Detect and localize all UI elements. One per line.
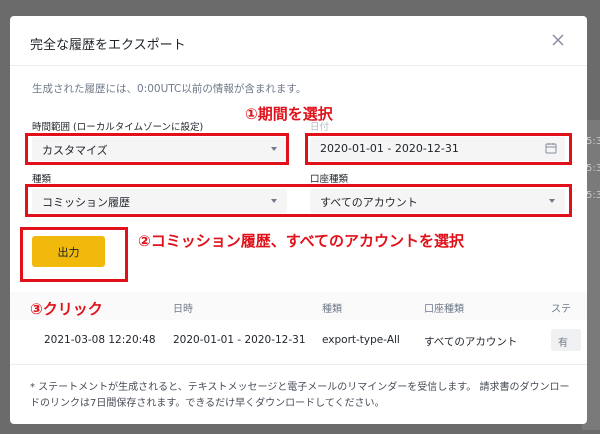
column-header-type: 種類 xyxy=(322,304,342,315)
dialog-title: 完全な履歴をエクスポート xyxy=(30,38,186,53)
divider xyxy=(10,364,587,365)
account-type-label: 口座種類 xyxy=(310,174,349,185)
cell-account: すべてのアカウント xyxy=(424,336,518,348)
column-header-datetime: 日時 xyxy=(173,304,193,315)
highlight-export-button xyxy=(20,227,128,282)
highlight-type-account xyxy=(25,184,572,217)
type-label: 種類 xyxy=(32,174,52,185)
info-text: 生成された履歴には、0:00UTC以前の情報が含まれます。 xyxy=(32,83,307,95)
column-header-status: ステ xyxy=(551,304,571,315)
column-header-account-type: 口座種類 xyxy=(424,304,464,315)
annotation-step1: ①期間を選択 xyxy=(245,105,333,123)
footnote: * ステートメントが生成されると、テキストメッセージと電子メールのリマインダーを… xyxy=(30,382,570,409)
cell-type: export-type-All xyxy=(322,334,400,346)
close-icon[interactable] xyxy=(551,33,565,47)
highlight-date-range xyxy=(305,133,572,165)
annotation-step2: ②コミッション履歴、すべてのアカウントを選択 xyxy=(138,232,465,250)
time-range-label: 時間範囲 (ローカルタイムゾーンに設定) xyxy=(32,122,204,133)
cell-range: 2020-01-01 - 2020-12-31 xyxy=(173,334,306,346)
export-history-dialog: 完全な履歴をエクスポート 生成された履歴には、0:00UTC以前の情報が含まれま… xyxy=(10,16,587,424)
status-badge: 有 xyxy=(551,329,581,351)
annotation-step3: ③クリック xyxy=(30,300,103,318)
highlight-time-range xyxy=(25,133,289,165)
cell-created: 2021-03-08 12:20:48 xyxy=(44,334,156,346)
dialog-header: 完全な履歴をエクスポート xyxy=(10,16,587,66)
